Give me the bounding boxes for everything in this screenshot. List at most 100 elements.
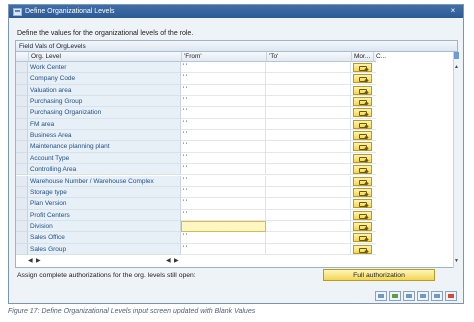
to-value-field[interactable] <box>266 198 351 210</box>
row-selector[interactable] <box>16 84 28 97</box>
column-header-from[interactable]: 'From' <box>181 52 266 62</box>
row-selector[interactable] <box>16 73 28 85</box>
row-selector[interactable] <box>16 209 28 221</box>
scroll-up-icon[interactable]: ▲ <box>454 64 459 70</box>
from-value-field[interactable] <box>181 220 266 233</box>
table-row[interactable]: Sales Office ' ' <box>16 232 376 244</box>
from-value-field[interactable]: ' ' <box>181 243 266 255</box>
pencil-icon[interactable] <box>353 63 372 72</box>
pencil-icon[interactable] <box>353 187 372 197</box>
copy-icon[interactable] <box>417 291 429 301</box>
table-row[interactable]: Warehouse Number / Warehouse Complex ' ' <box>16 175 376 187</box>
table-row[interactable]: Controlling Area ' ' <box>16 164 376 176</box>
table-row[interactable]: Division <box>16 220 376 233</box>
to-value-field[interactable] <box>266 73 351 85</box>
table-row[interactable]: Plan Version ' ' <box>16 198 376 210</box>
scroll-left-icon[interactable]: ◀ <box>28 257 33 264</box>
to-value-field[interactable] <box>266 118 351 131</box>
table-row[interactable]: Storage type ' ' <box>16 186 376 199</box>
to-value-field[interactable] <box>266 220 351 233</box>
from-value-field[interactable]: ' ' <box>181 175 266 187</box>
to-value-field[interactable] <box>266 232 351 244</box>
from-value-field[interactable]: ' ' <box>181 164 266 176</box>
paste-icon[interactable] <box>431 291 443 301</box>
table-row[interactable]: Work Center ' ' <box>16 62 376 74</box>
pencil-icon[interactable] <box>353 85 372 95</box>
column-header-c[interactable]: C... <box>373 52 386 62</box>
table-row[interactable]: Profit Centers ' ' <box>16 209 376 221</box>
from-value-field[interactable]: ' ' <box>181 186 266 199</box>
from-value-field[interactable]: ' ' <box>181 118 266 131</box>
table-row[interactable]: Maintenance planning plant ' ' <box>16 141 376 153</box>
to-value-field[interactable] <box>266 152 351 165</box>
pencil-icon[interactable] <box>353 233 372 243</box>
to-value-field[interactable] <box>266 186 351 199</box>
row-selector[interactable] <box>16 141 28 153</box>
table-row[interactable]: Sales Group ' ' <box>16 243 376 255</box>
to-value-field[interactable] <box>266 84 351 97</box>
pencil-icon[interactable] <box>353 142 372 152</box>
from-value-field[interactable]: ' ' <box>181 232 266 244</box>
table-row[interactable]: Purchasing Organization ' ' <box>16 107 376 119</box>
to-value-field[interactable] <box>266 164 351 176</box>
column-header-org-level[interactable]: Org. Level <box>28 52 181 62</box>
table-row[interactable]: FM area ' ' <box>16 118 376 131</box>
column-header-to[interactable]: 'To' <box>266 52 351 62</box>
row-selector[interactable] <box>16 186 28 199</box>
table-row[interactable]: Account Type ' ' <box>16 152 376 165</box>
horizontal-scrollbar[interactable]: ◀ ▶ ◀ ▶ <box>26 257 386 264</box>
row-selector[interactable] <box>16 96 28 108</box>
from-value-field[interactable]: ' ' <box>181 198 266 210</box>
row-selector[interactable] <box>16 198 28 210</box>
delete-icon[interactable] <box>403 291 415 301</box>
row-selector[interactable] <box>16 152 28 165</box>
pencil-icon[interactable] <box>353 119 372 129</box>
scroll-right-icon[interactable]: ▶ <box>174 257 179 264</box>
from-value-field[interactable]: ' ' <box>181 96 266 108</box>
scroll-down-icon[interactable]: ▼ <box>454 258 459 264</box>
to-value-field[interactable] <box>266 175 351 187</box>
table-row[interactable]: Valuation area ' ' <box>16 84 376 97</box>
cancel-icon[interactable] <box>445 291 457 301</box>
to-value-field[interactable] <box>266 141 351 153</box>
from-value-field[interactable]: ' ' <box>181 209 266 221</box>
row-selector[interactable] <box>16 107 28 119</box>
pencil-icon[interactable] <box>353 210 372 220</box>
table-row[interactable]: Purchasing Group ' ' <box>16 96 376 108</box>
from-value-field[interactable]: ' ' <box>181 152 266 165</box>
from-value-field[interactable]: ' ' <box>181 84 266 97</box>
to-value-field[interactable] <box>266 62 351 74</box>
from-value-field[interactable]: ' ' <box>181 141 266 153</box>
table-settings-icon[interactable] <box>454 52 459 59</box>
table-row[interactable]: Business Area ' ' <box>16 130 376 142</box>
from-value-field[interactable]: ' ' <box>181 130 266 142</box>
from-value-field[interactable]: ' ' <box>181 73 266 85</box>
pencil-icon[interactable] <box>353 108 372 118</box>
from-value-field[interactable]: ' ' <box>181 107 266 119</box>
pencil-icon[interactable] <box>353 199 372 209</box>
to-value-field[interactable] <box>266 209 351 221</box>
to-value-field[interactable] <box>266 130 351 142</box>
pencil-icon[interactable] <box>353 221 372 231</box>
pencil-icon[interactable] <box>353 176 372 186</box>
row-selector[interactable] <box>16 62 28 74</box>
pencil-icon[interactable] <box>353 165 372 175</box>
pencil-icon[interactable] <box>353 153 372 163</box>
vertical-scrollbar[interactable]: ▲ ▼ <box>453 52 459 268</box>
pencil-icon[interactable] <box>353 244 372 254</box>
scroll-right-icon[interactable]: ▶ <box>36 257 41 264</box>
scroll-left-icon[interactable]: ◀ <box>166 257 171 264</box>
to-value-field[interactable] <box>266 96 351 108</box>
row-selector[interactable] <box>16 175 28 187</box>
pencil-icon[interactable] <box>353 97 372 107</box>
transfer-icon[interactable] <box>389 291 401 301</box>
row-selector[interactable] <box>16 243 28 255</box>
row-selector[interactable] <box>16 220 28 233</box>
pencil-icon[interactable] <box>353 74 372 84</box>
row-selector[interactable] <box>16 118 28 131</box>
column-header-more[interactable]: Mor... <box>351 52 373 62</box>
from-value-field[interactable]: ' ' <box>181 62 266 74</box>
full-authorization-button[interactable]: Full authorization <box>323 269 435 281</box>
row-selector[interactable] <box>16 164 28 176</box>
to-value-field[interactable] <box>266 243 351 255</box>
